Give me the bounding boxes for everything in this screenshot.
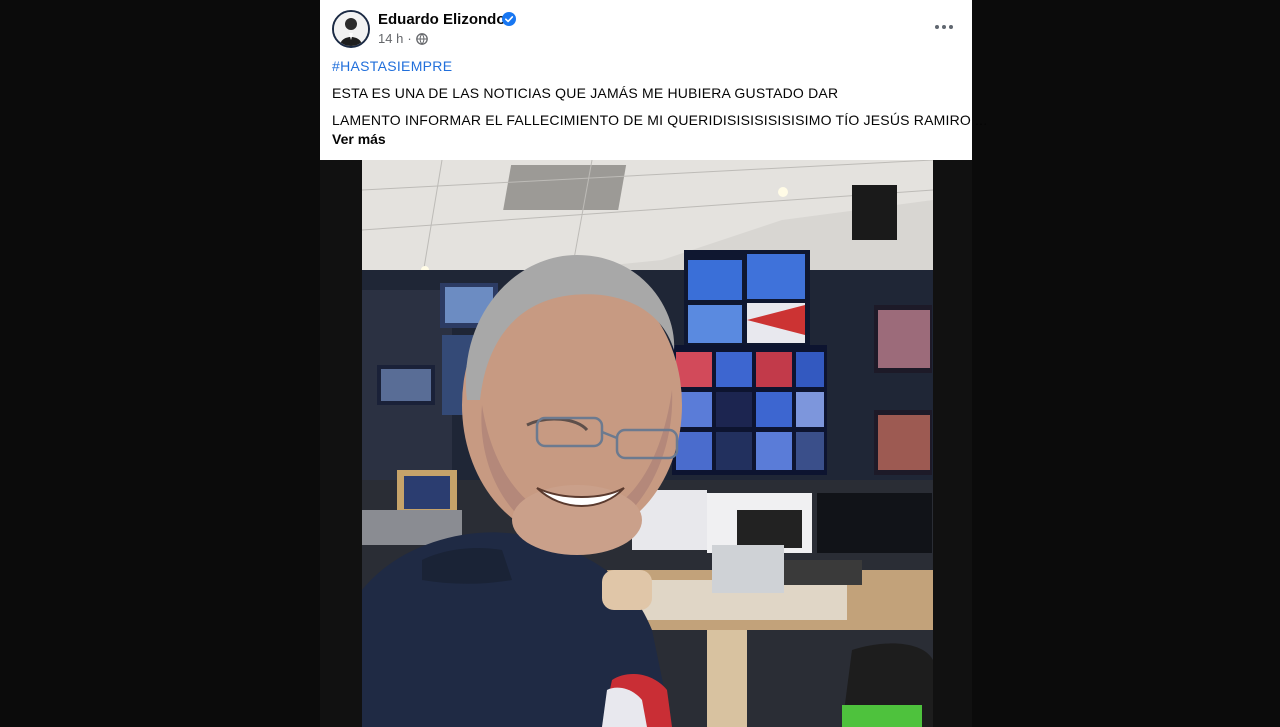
more-options-icon[interactable]	[932, 18, 956, 36]
globe-icon	[415, 32, 428, 45]
facebook-post: Eduardo Elizondo 14 h · #HASTASIEMPRE ES…	[320, 0, 987, 727]
verified-badge-icon	[502, 12, 516, 26]
post-text-line-1: ESTA ES UNA DE LAS NOTICIAS QUE JAMÁS ME…	[332, 85, 839, 101]
post-timestamp[interactable]: 14 h	[378, 31, 403, 46]
meta-separator: ·	[407, 31, 412, 46]
author-avatar[interactable]	[332, 10, 370, 48]
post-text-line-2: LAMENTO INFORMAR EL FALLECIMIENTO DE MI …	[332, 112, 988, 128]
see-more-link[interactable]: Ver más	[332, 131, 386, 147]
hashtag-link[interactable]: #HASTASIEMPRE	[332, 58, 452, 74]
post-photo[interactable]	[362, 160, 933, 727]
post-meta: 14 h ·	[378, 31, 428, 46]
author-name[interactable]: Eduardo Elizondo	[378, 11, 506, 28]
post-header: Eduardo Elizondo 14 h · #HASTASIEMPRE ES…	[320, 0, 987, 160]
